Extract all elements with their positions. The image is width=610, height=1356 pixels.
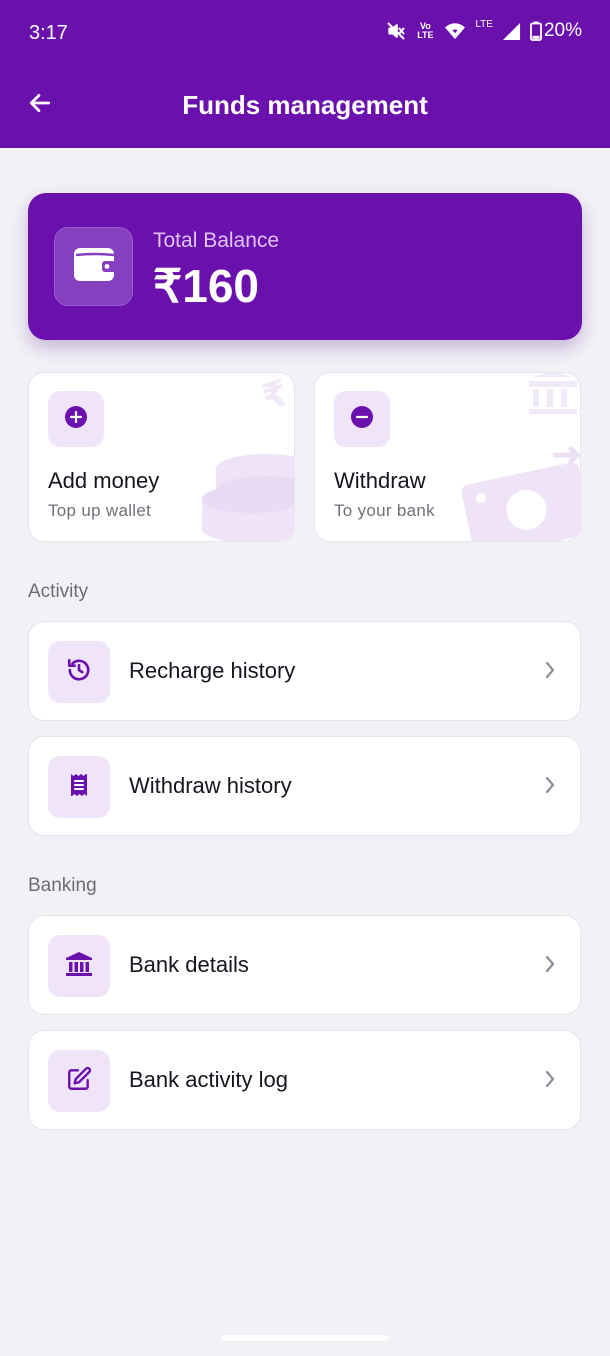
plus-circle-icon	[64, 405, 88, 434]
home-indicator[interactable]	[221, 1335, 389, 1341]
page-title: Funds management	[182, 90, 428, 120]
receipt-icon	[67, 772, 91, 803]
balance-amount: ₹160	[153, 260, 260, 312]
chevron-right-icon	[544, 660, 556, 685]
bank-activity-log-icon-box	[48, 1050, 110, 1112]
withdraw-history-icon-box	[48, 756, 110, 818]
chevron-right-icon	[544, 775, 556, 800]
wifi-icon	[444, 21, 466, 41]
svg-text:₹: ₹	[257, 373, 294, 419]
signal-icon	[502, 22, 521, 41]
section-label-banking: Banking	[28, 875, 97, 896]
app-bar: Funds management	[0, 66, 610, 148]
money-icon	[461, 373, 580, 541]
balance-label: Total Balance	[153, 229, 280, 252]
status-bar: 3:17 Vo LTE LTE 20%	[0, 0, 610, 66]
mute-icon	[386, 21, 406, 41]
add-money-title: Add money	[48, 468, 160, 493]
network-type: LTE	[475, 19, 493, 30]
wallet-icon	[72, 244, 116, 289]
bank-icon	[65, 951, 93, 982]
section-label-activity: Activity	[28, 581, 89, 602]
recharge-history-icon-box	[48, 641, 110, 703]
bank-details-icon-box	[48, 935, 110, 997]
add-money-subtitle: Top up wallet	[48, 501, 152, 520]
edit-icon	[66, 1066, 92, 1097]
wallet-icon-box	[54, 227, 133, 306]
battery-icon	[530, 21, 542, 41]
recharge-history-item[interactable]: Recharge history	[28, 621, 581, 721]
bank-activity-log-item[interactable]: Bank activity log	[28, 1030, 581, 1130]
add-money-card[interactable]: ₹ Add money Top up wallet	[28, 372, 295, 542]
status-time: 3:17	[29, 22, 68, 44]
chevron-right-icon	[544, 954, 556, 979]
recharge-history-label: Recharge history	[129, 658, 296, 683]
coins-icon: ₹	[202, 373, 294, 541]
battery-indicator: 20%	[530, 20, 582, 42]
withdraw-icon-box	[334, 391, 390, 447]
battery-percent: 20%	[543, 20, 582, 41]
minus-circle-icon	[350, 405, 374, 434]
bank-details-label: Bank details	[129, 952, 249, 977]
bank-details-item[interactable]: Bank details	[28, 915, 581, 1015]
withdraw-title: Withdraw	[334, 468, 426, 493]
withdraw-history-label: Withdraw history	[129, 773, 292, 798]
chevron-right-icon	[544, 1069, 556, 1094]
volte-icon: Vo LTE	[417, 21, 434, 40]
status-icons: Vo LTE LTE 20%	[386, 20, 582, 42]
add-icon-box	[48, 391, 104, 447]
balance-card: Total Balance ₹160	[28, 193, 582, 340]
withdraw-history-item[interactable]: Withdraw history	[28, 736, 581, 836]
bank-activity-log-label: Bank activity log	[129, 1067, 288, 1092]
withdraw-card[interactable]: Withdraw To your bank	[314, 372, 581, 542]
withdraw-subtitle: To your bank	[334, 501, 435, 520]
history-icon	[66, 657, 92, 688]
